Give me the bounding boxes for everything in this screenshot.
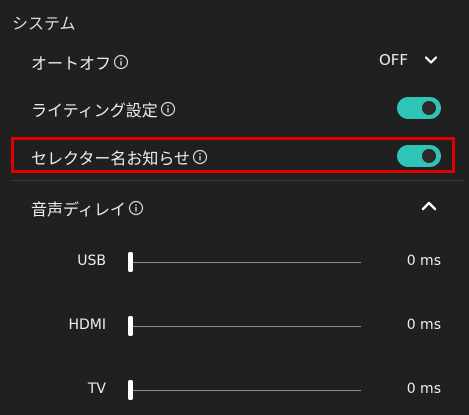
auto-off-row: オートオフ OFF — [0, 48, 469, 74]
section-title: システム — [12, 14, 76, 33]
slider-thumb[interactable] — [128, 316, 133, 336]
hdmi-delay-label: HDMI — [68, 317, 106, 333]
usb-delay-value: 0 ms — [406, 253, 441, 269]
toggle-knob — [422, 101, 436, 115]
auto-off-dropdown[interactable]: OFF — [379, 51, 439, 69]
tv-delay-value: 0 ms — [406, 381, 441, 397]
audio-delay-header: 音声ディレイ — [0, 194, 469, 220]
lighting-toggle[interactable] — [397, 97, 441, 119]
usb-delay-label: USB — [77, 253, 106, 269]
info-icon[interactable] — [160, 101, 176, 117]
selector-notice-row: セレクター名お知らせ — [0, 144, 469, 168]
audio-delay-label: 音声ディレイ — [31, 200, 126, 219]
auto-off-value: OFF — [378, 51, 408, 69]
lighting-row: ライティング設定 — [0, 96, 469, 120]
selector-notice-label: セレクター名お知らせ — [31, 149, 191, 168]
hdmi-delay-value: 0 ms — [406, 317, 441, 333]
divider — [12, 180, 464, 181]
slider-thumb[interactable] — [128, 380, 133, 400]
tv-delay-label: TV — [87, 381, 106, 397]
info-icon[interactable] — [192, 149, 208, 165]
hdmi-delay-slider[interactable] — [129, 326, 361, 327]
audio-delay-label-group: 音声ディレイ — [31, 196, 144, 220]
lighting-label-group: ライティング設定 — [31, 97, 176, 121]
lighting-label: ライティング設定 — [31, 101, 158, 120]
toggle-knob — [422, 149, 436, 163]
tv-delay-slider[interactable] — [129, 390, 361, 391]
chevron-up-icon[interactable] — [419, 196, 439, 216]
tv-delay-row: TV 0 ms — [0, 375, 469, 405]
chevron-down-icon — [424, 56, 438, 64]
slider-thumb[interactable] — [128, 252, 133, 272]
selector-notice-label-group: セレクター名お知らせ — [31, 145, 208, 169]
system-settings-panel: システム オートオフ OFF ライティング設定 セレクター名お知らせ 音声ディレ… — [0, 0, 469, 415]
hdmi-delay-row: HDMI 0 ms — [0, 311, 469, 341]
auto-off-label-group: オートオフ — [31, 50, 129, 74]
usb-delay-row: USB 0 ms — [0, 247, 469, 277]
selector-notice-toggle[interactable] — [397, 145, 441, 167]
info-icon[interactable] — [113, 54, 129, 70]
usb-delay-slider[interactable] — [129, 262, 361, 263]
info-icon[interactable] — [128, 200, 144, 216]
auto-off-label: オートオフ — [31, 54, 112, 73]
